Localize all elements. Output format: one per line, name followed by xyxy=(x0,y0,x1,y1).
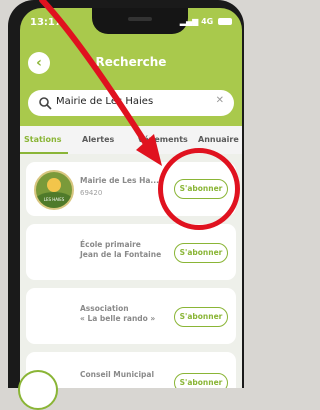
annotation-arrow xyxy=(39,0,162,166)
